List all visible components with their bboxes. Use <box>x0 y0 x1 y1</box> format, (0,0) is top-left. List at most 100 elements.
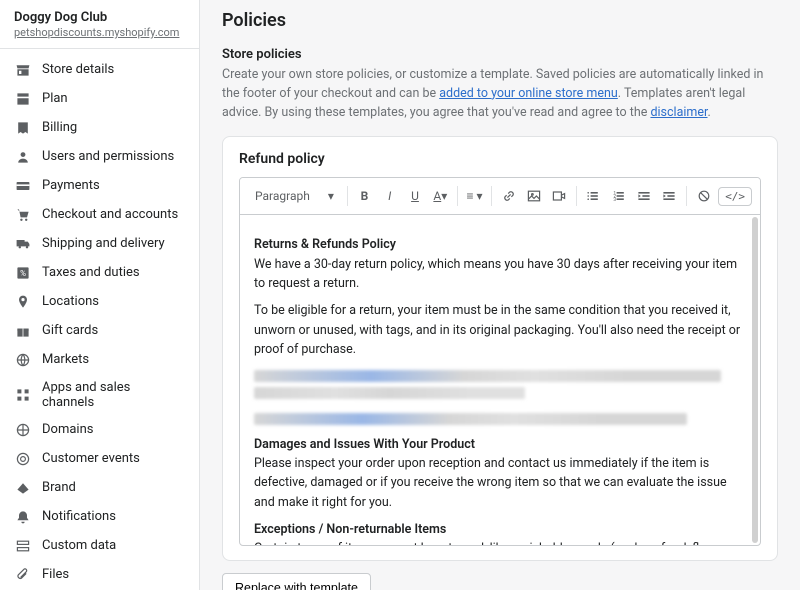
sidebar-item-files[interactable]: Files <box>0 560 199 589</box>
chevron-down-icon: ▾ <box>328 189 334 203</box>
sidebar-item-label: Taxes and duties <box>42 265 140 280</box>
page-title: Policies <box>200 0 800 47</box>
sidebar-item-taxes[interactable]: % Taxes and duties <box>0 258 199 287</box>
scrollbar[interactable] <box>752 217 758 543</box>
html-view-button[interactable]: </> <box>718 187 752 206</box>
brand-icon <box>14 479 32 497</box>
sidebar-item-label: Users and permissions <box>42 149 174 164</box>
rich-text-editor: Paragraph ▾ B I U A ▾ ≡ ▾ <box>239 177 761 546</box>
sidebar-item-label: Store details <box>42 62 114 77</box>
domain-icon <box>14 421 32 439</box>
sidebar-item-label: Payments <box>42 178 100 193</box>
align-button[interactable]: ≡ ▾ <box>464 184 485 208</box>
gift-icon <box>14 322 32 340</box>
select-label: Paragraph <box>255 189 310 203</box>
number-list-button[interactable]: 123 <box>608 184 629 208</box>
sidebar-item-label: Markets <box>42 352 89 367</box>
policy-text: Certain types of items cannot be returne… <box>254 539 746 545</box>
sidebar-item-label: Plan <box>42 91 68 106</box>
sidebar-item-users[interactable]: Users and permissions <box>0 142 199 171</box>
sidebar-item-label: Domains <box>42 422 93 437</box>
sidebar-item-label: Notifications <box>42 509 116 524</box>
desc-text: . <box>708 105 711 120</box>
sidebar-item-locations[interactable]: Locations <box>0 287 199 316</box>
outdent-button[interactable] <box>633 184 654 208</box>
link-button[interactable] <box>498 184 519 208</box>
store-header: Doggy Dog Club petshopdiscounts.myshopif… <box>0 0 199 49</box>
bell-icon <box>14 508 32 526</box>
menu-link[interactable]: added to your online store menu <box>439 86 618 101</box>
apps-icon <box>14 386 32 404</box>
cart-icon <box>14 206 32 224</box>
policy-heading: Damages and Issues With Your Product <box>254 435 746 454</box>
truck-icon <box>14 235 32 253</box>
settings-sidebar: Doggy Dog Club petshopdiscounts.myshopif… <box>0 0 200 590</box>
sidebar-item-label: Checkout and accounts <box>42 207 178 222</box>
sidebar-item-plan[interactable]: Plan <box>0 84 199 113</box>
sidebar-item-shipping[interactable]: Shipping and delivery <box>0 229 199 258</box>
section-description: Create your own store policies, or custo… <box>222 66 778 122</box>
sidebar-item-customer-events[interactable]: Customer events <box>0 444 199 473</box>
separator <box>347 186 348 206</box>
sidebar-item-payments[interactable]: Payments <box>0 171 199 200</box>
separator <box>491 186 492 206</box>
sidebar-item-label: Billing <box>42 120 77 135</box>
disclaimer-link[interactable]: disclaimer <box>650 105 707 120</box>
sidebar-item-label: Customer events <box>42 451 140 466</box>
policy-text: To be eligible for a return, your item m… <box>254 301 746 359</box>
sidebar-item-giftcards[interactable]: Gift cards <box>0 316 199 345</box>
sidebar-item-label: Brand <box>42 480 76 495</box>
sidebar-item-label: Shipping and delivery <box>42 236 165 251</box>
store-policies-section: Store policies Create your own store pol… <box>200 47 800 136</box>
card-title: Refund policy <box>223 137 777 177</box>
billing-icon <box>14 119 32 137</box>
italic-button[interactable]: I <box>379 184 400 208</box>
sidebar-item-label: Locations <box>42 294 99 309</box>
sidebar-item-custom-data[interactable]: Custom data <box>0 531 199 560</box>
sidebar-item-checkout[interactable]: Checkout and accounts <box>0 200 199 229</box>
editor-toolbar: Paragraph ▾ B I U A ▾ ≡ ▾ <box>240 178 760 215</box>
bullet-list-button[interactable] <box>583 184 604 208</box>
sidebar-item-notifications[interactable]: Notifications <box>0 502 199 531</box>
user-icon <box>14 148 32 166</box>
image-button[interactable] <box>523 184 544 208</box>
store-name: Doggy Dog Club <box>14 10 185 25</box>
redacted-content <box>254 370 746 425</box>
sidebar-item-brand[interactable]: Brand <box>0 473 199 502</box>
bold-button[interactable]: B <box>354 184 375 208</box>
replace-template-button[interactable]: Replace with template <box>222 573 371 590</box>
video-button[interactable] <box>549 184 570 208</box>
sidebar-item-apps[interactable]: Apps and sales channels <box>0 374 199 415</box>
paragraph-style-select[interactable]: Paragraph ▾ <box>248 185 341 207</box>
plan-icon <box>14 90 32 108</box>
policy-heading: Exceptions / Non-returnable Items <box>254 520 746 539</box>
separator <box>686 186 687 206</box>
svg-text:%: % <box>20 269 26 278</box>
section-title: Store policies <box>222 47 778 62</box>
pin-icon <box>14 293 32 311</box>
store-icon <box>14 61 32 79</box>
editor-textarea[interactable]: Returns & Refunds Policy We have a 30-da… <box>240 215 760 545</box>
sidebar-item-label: Apps and sales channels <box>42 380 185 410</box>
clear-format-button[interactable] <box>693 184 714 208</box>
sidebar-item-billing[interactable]: Billing <box>0 113 199 142</box>
sidebar-item-store-details[interactable]: Store details <box>0 55 199 84</box>
store-domain-link[interactable]: petshopdiscounts.myshopify.com <box>14 26 179 39</box>
policy-text: We have a 30-day return policy, which me… <box>254 255 746 294</box>
sidebar-item-domains[interactable]: Domains <box>0 415 199 444</box>
policy-text: Please inspect your order upon reception… <box>254 454 746 512</box>
percent-icon: % <box>14 264 32 282</box>
globe-icon <box>14 351 32 369</box>
sidebar-item-label: Files <box>42 567 69 582</box>
svg-text:3: 3 <box>613 197 616 203</box>
main-content: Policies Store policies Create your own … <box>200 0 800 590</box>
data-icon <box>14 537 32 555</box>
indent-button[interactable] <box>659 184 680 208</box>
sidebar-item-markets[interactable]: Markets <box>0 345 199 374</box>
paperclip-icon <box>14 566 32 584</box>
color-button[interactable]: A ▾ <box>430 184 451 208</box>
sidebar-item-label: Custom data <box>42 538 116 553</box>
settings-nav: Store details Plan Billing Users and per… <box>0 49 199 590</box>
underline-button[interactable]: U <box>404 184 425 208</box>
target-icon <box>14 450 32 468</box>
